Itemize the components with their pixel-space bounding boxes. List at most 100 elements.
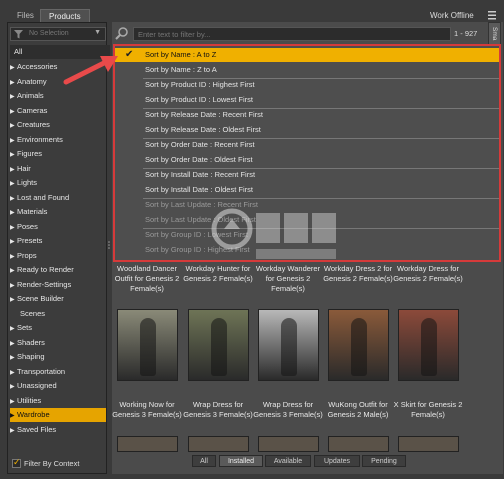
product-thumbnail[interactable] xyxy=(188,436,249,452)
filter-tab-available[interactable]: Available xyxy=(265,455,311,467)
sort-menu-item[interactable]: Sort by Release Date : Oldest First xyxy=(115,123,499,137)
sidebar-item-label: Accessories xyxy=(17,62,58,71)
expand-arrow-icon[interactable]: ▶ xyxy=(10,264,17,278)
sidebar-item[interactable]: ▶ Shaders xyxy=(10,336,106,350)
sort-menu-item[interactable]: Sort by Product ID : Lowest First xyxy=(115,93,499,107)
expand-arrow-icon[interactable]: ▶ xyxy=(10,409,17,423)
search-input[interactable] xyxy=(133,27,451,41)
sidebar-item-label: Scene Builder xyxy=(17,294,64,303)
expand-arrow-icon[interactable]: ▶ xyxy=(10,134,17,148)
product-title[interactable]: X Skirt for Genesis 2 Female(s) xyxy=(393,400,463,420)
sidebar-item[interactable]: ▶ Lost and Found xyxy=(10,191,106,205)
expand-arrow-icon[interactable]: ▶ xyxy=(10,177,17,191)
filter-tab-pending[interactable]: Pending xyxy=(362,455,406,467)
sort-menu-item[interactable]: Sort by Install Date : Recent First xyxy=(115,168,499,182)
product-thumbnail[interactable] xyxy=(328,309,389,381)
product-title[interactable]: Workday Hunter for Genesis 2 Female(s) xyxy=(183,264,253,284)
sidebar-item[interactable]: ▶ Scene Builder xyxy=(10,292,106,306)
tab-files[interactable]: Files xyxy=(9,9,42,23)
filter-tab-installed[interactable]: Installed xyxy=(219,455,263,467)
sort-menu-item[interactable]: ✔ Sort by Name : A to Z xyxy=(115,48,499,62)
filter-tab-all[interactable]: All xyxy=(192,455,216,467)
sidebar-item[interactable]: ▶ Ready to Render xyxy=(10,263,106,277)
expand-arrow-icon[interactable]: ▶ xyxy=(10,293,17,307)
product-thumbnail[interactable] xyxy=(117,436,178,452)
expand-arrow-icon[interactable]: ▶ xyxy=(10,192,17,206)
product-title[interactable]: Workday Dress 2 for Genesis 2 Female(s) xyxy=(323,264,393,284)
product-thumbnail[interactable] xyxy=(398,309,459,381)
filter-tab-updates[interactable]: Updates xyxy=(314,455,360,467)
expand-arrow-icon[interactable]: ▶ xyxy=(10,279,17,293)
sort-menu-item[interactable]: Sort by Order Date : Oldest First xyxy=(115,153,499,167)
expand-arrow-icon[interactable]: ▶ xyxy=(10,148,17,162)
sidebar-item[interactable]: ▶ Poses xyxy=(10,220,106,234)
sidebar-item[interactable]: ▶ Environments xyxy=(10,133,106,147)
sidebar-item[interactable]: ▶ Hair xyxy=(10,162,106,176)
expand-arrow-icon[interactable]: ▶ xyxy=(10,235,17,249)
sidebar-item[interactable]: ▶ Render-Settings xyxy=(10,278,106,292)
product-title[interactable]: Wrap Dress for Genesis 3 Female(s) xyxy=(183,400,253,420)
expand-arrow-icon[interactable]: ▶ xyxy=(10,337,17,351)
product-title[interactable]: Working Now for Genesis 3 Female(s) xyxy=(112,400,182,420)
sidebar-item[interactable]: ▶ Cameras xyxy=(10,104,106,118)
checkbox[interactable]: ✓ xyxy=(12,457,21,468)
expand-arrow-icon[interactable]: ▶ xyxy=(10,395,17,409)
sort-menu-item[interactable]: Sort by Name : Z to A xyxy=(115,63,499,77)
expand-arrow-icon[interactable]: ▶ xyxy=(10,206,17,220)
product-thumbnail[interactable] xyxy=(258,309,319,381)
expand-arrow-icon[interactable]: ▶ xyxy=(10,105,17,119)
sidebar-item[interactable]: ▶ Sets xyxy=(10,321,106,335)
product-thumbnail[interactable] xyxy=(398,436,459,452)
sort-menu-item[interactable]: Sort by Release Date : Recent First xyxy=(115,108,499,122)
product-thumbnail[interactable] xyxy=(188,309,249,381)
expand-arrow-icon[interactable]: ▶ xyxy=(10,221,17,235)
sidebar-item[interactable]: ▶ Figures xyxy=(10,147,106,161)
expand-arrow-icon[interactable]: ▶ xyxy=(10,322,17,336)
sort-menu-item[interactable]: Sort by Product ID : Highest First xyxy=(115,78,499,92)
expand-arrow-icon[interactable]: ▶ xyxy=(10,90,17,104)
sidebar-item[interactable]: ▶ Unassigned xyxy=(10,379,106,393)
expand-arrow-icon[interactable]: ▶ xyxy=(10,366,17,380)
search-icon[interactable] xyxy=(114,26,132,42)
sidebar-item[interactable]: ▶ Props xyxy=(10,249,106,263)
sidebar-item[interactable]: ▶ Creatures xyxy=(10,118,106,132)
sort-menu-item[interactable]: Sort by Install Date : Oldest First xyxy=(115,183,499,197)
expand-arrow-icon[interactable]: ▶ xyxy=(10,424,17,438)
product-title[interactable]: Workday Dress for Genesis 2 Female(s) xyxy=(393,264,463,284)
expand-arrow-icon[interactable]: ▶ xyxy=(10,163,17,177)
expand-arrow-icon[interactable]: ▶ xyxy=(10,250,17,264)
product-title[interactable]: Woodland Dancer Outfit for Genesis 2 Fem… xyxy=(112,264,182,294)
menu-icon[interactable] xyxy=(487,8,497,22)
product-title[interactable]: Workday Wanderer for Genesis 2 Female(s) xyxy=(253,264,323,294)
expand-arrow-icon[interactable]: ▶ xyxy=(10,76,17,90)
splitter-handle[interactable] xyxy=(107,240,111,250)
sidebar-item[interactable]: ▶ Saved Files xyxy=(10,423,106,437)
sidebar-item[interactable]: ▶ Animals xyxy=(10,89,106,103)
sidebar-item[interactable]: ▶ Materials xyxy=(10,205,106,219)
sidebar-item[interactable]: Scenes xyxy=(10,307,106,321)
sort-menu-item-label: Sort by Order Date : Oldest First xyxy=(145,155,253,164)
expand-arrow-icon[interactable]: ▶ xyxy=(10,351,17,365)
work-offline-button[interactable]: Work Offline xyxy=(430,9,474,23)
sidebar-item[interactable]: ▶ Wardrobe xyxy=(10,408,106,422)
product-title[interactable]: WuKong Outfit for Genesis 2 Male(s) xyxy=(323,400,393,420)
expand-arrow-icon[interactable]: ▶ xyxy=(10,380,17,394)
product-thumbnail[interactable] xyxy=(117,309,178,381)
filter-by-context-toggle[interactable]: ✓ Filter By Context xyxy=(10,457,106,471)
product-thumbnail[interactable] xyxy=(328,436,389,452)
selection-dropdown[interactable]: No Selection ▼ xyxy=(10,27,106,41)
sidebar-item-label: Ready to Render xyxy=(17,265,74,274)
red-arrow-icon xyxy=(63,56,118,85)
product-title[interactable]: Wrap Dress for Genesis 3 Female(s) xyxy=(253,400,323,420)
sidebar-item-label: Unassigned xyxy=(17,381,57,390)
sidebar-item[interactable]: ▶ Shaping xyxy=(10,350,106,364)
expand-arrow-icon[interactable]: ▶ xyxy=(10,119,17,133)
sidebar-item[interactable]: ▶ Utilities xyxy=(10,394,106,408)
sidebar-item[interactable]: ▶ Lights xyxy=(10,176,106,190)
sort-menu-item-label: Sort by Product ID : Highest First xyxy=(145,80,255,89)
sidebar-item[interactable]: ▶ Presets xyxy=(10,234,106,248)
expand-arrow-icon[interactable]: ▶ xyxy=(10,61,17,75)
sidebar-item[interactable]: ▶ Transportation xyxy=(10,365,106,379)
product-thumbnail[interactable] xyxy=(258,436,319,452)
sort-menu-item[interactable]: Sort by Order Date : Recent First xyxy=(115,138,499,152)
